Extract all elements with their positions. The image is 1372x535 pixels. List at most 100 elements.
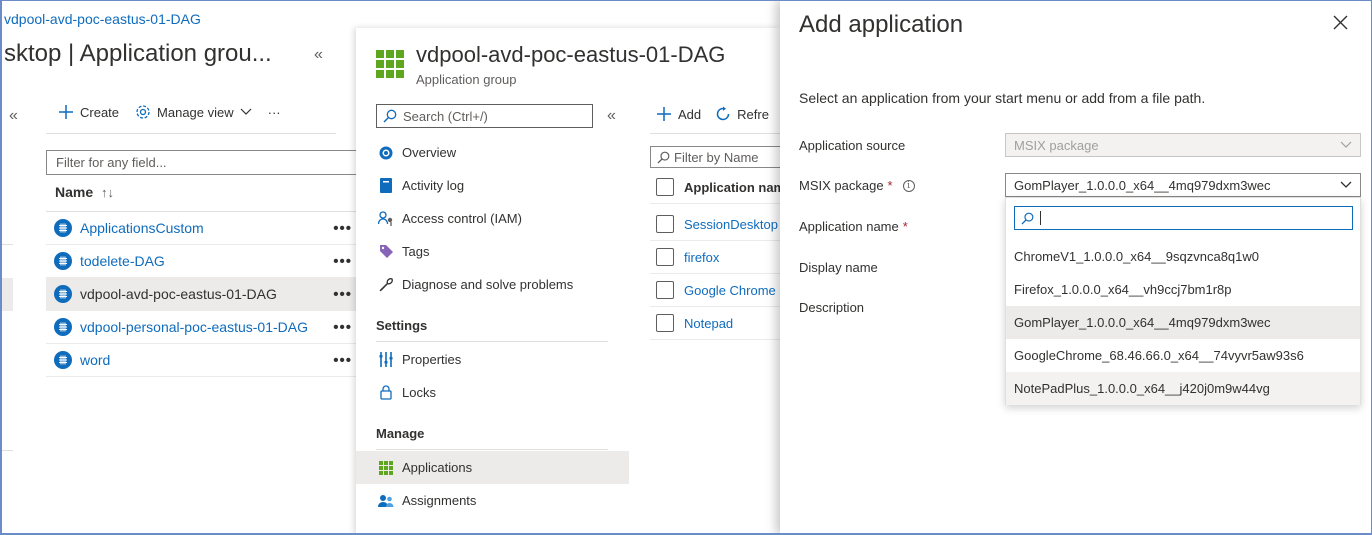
nav-locks[interactable]: Locks: [356, 376, 629, 409]
label-text: MSIX package: [799, 178, 884, 193]
filter-input[interactable]: Filter for any field...: [46, 150, 366, 175]
description-label: Description: [799, 300, 864, 315]
table-row[interactable]: todelete-DAG •••: [46, 245, 356, 278]
nav-overview[interactable]: Overview: [356, 136, 629, 169]
plus-icon: [657, 107, 671, 121]
dropdown-option[interactable]: ChromeV1_1.0.0.0_x64__9sqzvnca8q1w0: [1006, 240, 1360, 273]
nav-label: Access control (IAM): [402, 211, 522, 226]
collapse-icon[interactable]: «: [9, 107, 18, 125]
info-icon[interactable]: i: [902, 179, 915, 192]
table-row[interactable]: firefox: [650, 241, 780, 274]
divider: [376, 341, 608, 342]
row-checkbox[interactable]: [656, 215, 674, 233]
row-more-button[interactable]: •••: [333, 352, 352, 369]
people-icon: [378, 210, 393, 226]
row-name[interactable]: vdpool-avd-poc-eastus-01-DAG: [80, 286, 277, 302]
nav-label: Diagnose and solve problems: [402, 277, 574, 292]
resource-title: vdpool-avd-poc-eastus-01-DAG: [416, 42, 726, 67]
row-name[interactable]: word: [80, 352, 110, 368]
nav-access-control[interactable]: Access control (IAM): [356, 202, 629, 235]
select-value: GomPlayer_1.0.0.0_x64__4mq979dxm3wec: [1014, 177, 1271, 193]
table-row[interactable]: word •••: [46, 344, 356, 377]
panel-description: Select an application from your start me…: [799, 90, 1206, 106]
dropdown-option[interactable]: GoogleChrome_68.46.66.0_x64__74vyvr5aw93…: [1006, 339, 1360, 372]
nav-tags[interactable]: Tags: [356, 235, 629, 268]
refresh-icon: [716, 106, 730, 121]
lock-icon: [380, 385, 392, 400]
users-icon: [378, 494, 394, 507]
search-icon: [657, 151, 670, 164]
section-manage: Manage: [376, 426, 425, 441]
row-name[interactable]: vdpool-personal-poc-eastus-01-DAG: [80, 319, 308, 335]
apps-table-header: Application nam: [650, 171, 785, 204]
application-name-label: Application name *: [799, 219, 908, 234]
sort-icon[interactable]: ↑↓: [101, 185, 114, 200]
more-button[interactable]: ···: [268, 105, 281, 120]
app-name-link[interactable]: SessionDesktop: [684, 217, 778, 232]
breadcrumb-link[interactable]: vdpool-avd-poc-eastus-01-DAG: [4, 11, 201, 27]
row-checkbox[interactable]: [656, 314, 674, 332]
app-group-icon: [54, 351, 72, 369]
menu-search-input[interactable]: Search (Ctrl+/): [376, 104, 593, 128]
nav-assignments[interactable]: Assignments: [356, 484, 629, 517]
table-row[interactable]: ApplicationsCustom •••: [46, 212, 356, 245]
nav-label: Tags: [402, 244, 430, 259]
divider: [46, 133, 336, 134]
table-row[interactable]: vdpool-avd-poc-eastus-01-DAG •••: [46, 278, 356, 311]
table-row[interactable]: vdpool-personal-poc-eastus-01-DAG •••: [46, 311, 356, 344]
add-label: Add: [678, 106, 702, 122]
app-group-icon: [54, 252, 72, 270]
refresh-button[interactable]: Refre: [715, 106, 769, 122]
dropdown-option[interactable]: NotePadPlus_1.0.0.0_x64__j420j0m9w44vg: [1006, 372, 1360, 405]
select-all-checkbox[interactable]: [656, 178, 674, 196]
dropdown-search-input[interactable]: [1014, 206, 1353, 230]
msix-package-select[interactable]: GomPlayer_1.0.0.0_x64__4mq979dxm3wec: [1005, 173, 1361, 197]
label-text: Application name: [799, 219, 899, 234]
app-name-link[interactable]: Google Chrome: [684, 283, 776, 298]
nav-activity-log[interactable]: Activity log: [356, 169, 629, 202]
filter-placeholder: Filter by Name: [674, 149, 759, 165]
row-more-button[interactable]: •••: [333, 286, 352, 303]
app-column-header[interactable]: Application nam: [684, 180, 785, 195]
required-marker: *: [902, 219, 908, 234]
collapse-icon[interactable]: «: [607, 107, 616, 125]
gear-icon: [136, 105, 150, 119]
display-name-label: Display name: [799, 260, 878, 275]
dropdown-option[interactable]: GomPlayer_1.0.0.0_x64__4mq979dxm3wec: [1006, 306, 1360, 339]
row-more-button[interactable]: •••: [333, 319, 352, 336]
selected-marker: [0, 278, 13, 311]
table-row[interactable]: Notepad: [650, 307, 780, 340]
app-groups-blade: vdpool-avd-poc-eastus-01-DAG sktop | App…: [0, 0, 366, 535]
toolbar: Create Manage view ···: [58, 104, 281, 120]
collapse-icon[interactable]: «: [314, 46, 323, 64]
nav-label: Assignments: [402, 493, 477, 508]
table-row[interactable]: Google Chrome: [650, 274, 780, 307]
close-icon[interactable]: [1333, 15, 1348, 30]
application-source-label: Application source: [799, 138, 905, 153]
row-more-button[interactable]: •••: [333, 253, 352, 270]
app-name-link[interactable]: Notepad: [684, 316, 733, 331]
row-name[interactable]: ApplicationsCustom: [80, 220, 204, 236]
table-row[interactable]: SessionDesktop: [650, 208, 780, 241]
app-group-icon: [54, 318, 72, 336]
name-column-header[interactable]: Name ↑↓: [55, 184, 114, 200]
row-checkbox[interactable]: [656, 281, 674, 299]
filter-by-name-input[interactable]: Filter by Name: [650, 146, 790, 168]
search-icon: [1021, 212, 1034, 225]
divider: [0, 450, 13, 451]
app-name-link[interactable]: firefox: [684, 250, 719, 265]
add-button[interactable]: Add: [656, 106, 701, 122]
manage-view-button[interactable]: Manage view: [135, 104, 252, 120]
text-cursor: [1040, 211, 1041, 225]
row-more-button[interactable]: •••: [333, 220, 352, 237]
row-name[interactable]: todelete-DAG: [80, 253, 165, 269]
divider: [0, 244, 13, 245]
nav-properties[interactable]: Properties: [356, 343, 629, 376]
nav-applications[interactable]: Applications: [356, 451, 629, 484]
row-checkbox[interactable]: [656, 248, 674, 266]
nav-label: Overview: [402, 145, 457, 160]
nav-label: Properties: [402, 352, 462, 367]
nav-diagnose[interactable]: Diagnose and solve problems: [356, 268, 629, 301]
dropdown-option[interactable]: Firefox_1.0.0.0_x64__vh9ccj7bm1r8p: [1006, 273, 1360, 306]
create-button[interactable]: Create: [58, 104, 119, 120]
